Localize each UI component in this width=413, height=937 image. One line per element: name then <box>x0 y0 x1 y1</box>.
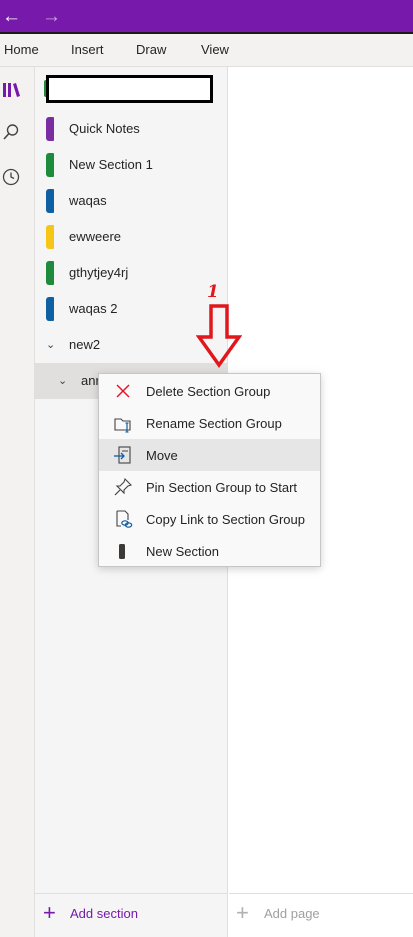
chevron-down-icon[interactable]: ⌄ <box>58 374 67 387</box>
menu-item-move[interactable]: Move <box>99 439 320 471</box>
menu-item-delete-section-group[interactable]: Delete Section Group <box>99 375 320 407</box>
move-icon <box>113 445 133 465</box>
menu-item-label: Pin Section Group to Start <box>146 480 298 495</box>
menu-item-label: New Section <box>146 544 219 559</box>
tab-insert[interactable]: Insert <box>71 42 104 57</box>
add-page-label: Add page <box>264 906 320 921</box>
tab-home[interactable]: Home <box>4 42 39 57</box>
add-section-button[interactable]: + Add section <box>35 893 228 933</box>
title-bar: ← → <box>0 0 413 34</box>
section-label: New Section 1 <box>69 157 153 172</box>
section-group-child-label: anr <box>81 373 100 388</box>
close-icon <box>113 381 133 401</box>
section-tab-icon <box>46 189 54 213</box>
section-label: waqas 2 <box>69 301 118 316</box>
section-new-section-1[interactable]: New Section 1 <box>35 147 228 183</box>
section-label: gthytjey4rj <box>69 265 129 280</box>
section-label: Quick Notes <box>69 121 140 136</box>
back-arrow-icon[interactable]: ← <box>2 4 21 30</box>
ribbon-tabs: Home Insert Draw View <box>0 34 413 67</box>
menu-item-label: Delete Section Group <box>146 384 271 399</box>
section-tab-icon <box>46 225 54 249</box>
annotation-number: 1 <box>207 282 219 302</box>
add-page-button[interactable]: + Add page <box>229 893 413 933</box>
section-group-label: new2 <box>69 337 101 352</box>
menu-item-label: Copy Link to Section Group <box>146 512 305 527</box>
section-tab-icon <box>46 261 54 285</box>
menu-item-label: Rename Section Group <box>146 416 282 431</box>
recent-icon[interactable] <box>0 165 22 189</box>
tab-draw[interactable]: Draw <box>136 42 166 57</box>
annotation-down-arrow-icon <box>196 304 242 368</box>
pin-icon <box>113 477 133 497</box>
section-waqas[interactable]: waqas <box>35 183 228 219</box>
menu-item-new-section[interactable]: New Section <box>99 535 320 567</box>
section-tab-icon <box>46 153 54 177</box>
section-label: waqas <box>69 193 107 208</box>
tab-view[interactable]: View <box>201 42 229 57</box>
menu-item-pin-section-group[interactable]: Pin Section Group to Start <box>99 471 320 503</box>
menu-item-label: Move <box>146 448 178 463</box>
add-section-label: Add section <box>70 906 138 921</box>
plus-icon: + <box>236 900 249 925</box>
search-icon[interactable] <box>0 120 22 144</box>
section-label: ewweere <box>69 229 122 244</box>
context-menu: Delete Section Group Rename Section Grou… <box>98 373 321 567</box>
navigation-rail <box>0 67 35 937</box>
plus-icon: + <box>43 900 56 925</box>
forward-arrow-icon[interactable]: → <box>42 4 61 30</box>
link-icon <box>113 509 133 529</box>
section-icon <box>113 541 133 561</box>
section-tab-icon <box>46 117 54 141</box>
notebooks-icon[interactable] <box>0 78 22 102</box>
notebook-name-redacted[interactable] <box>46 75 213 103</box>
menu-item-rename-section-group[interactable]: Rename Section Group <box>99 407 320 439</box>
section-quick-notes[interactable]: Quick Notes <box>35 111 228 147</box>
section-ewweere[interactable]: ewweere <box>35 219 228 255</box>
chevron-down-icon[interactable]: ⌄ <box>46 338 55 351</box>
section-gthytjey4rj[interactable]: gthytjey4rj <box>35 255 228 291</box>
section-tab-icon <box>46 297 54 321</box>
menu-item-copy-link[interactable]: Copy Link to Section Group <box>99 503 320 535</box>
rename-icon <box>113 413 133 433</box>
